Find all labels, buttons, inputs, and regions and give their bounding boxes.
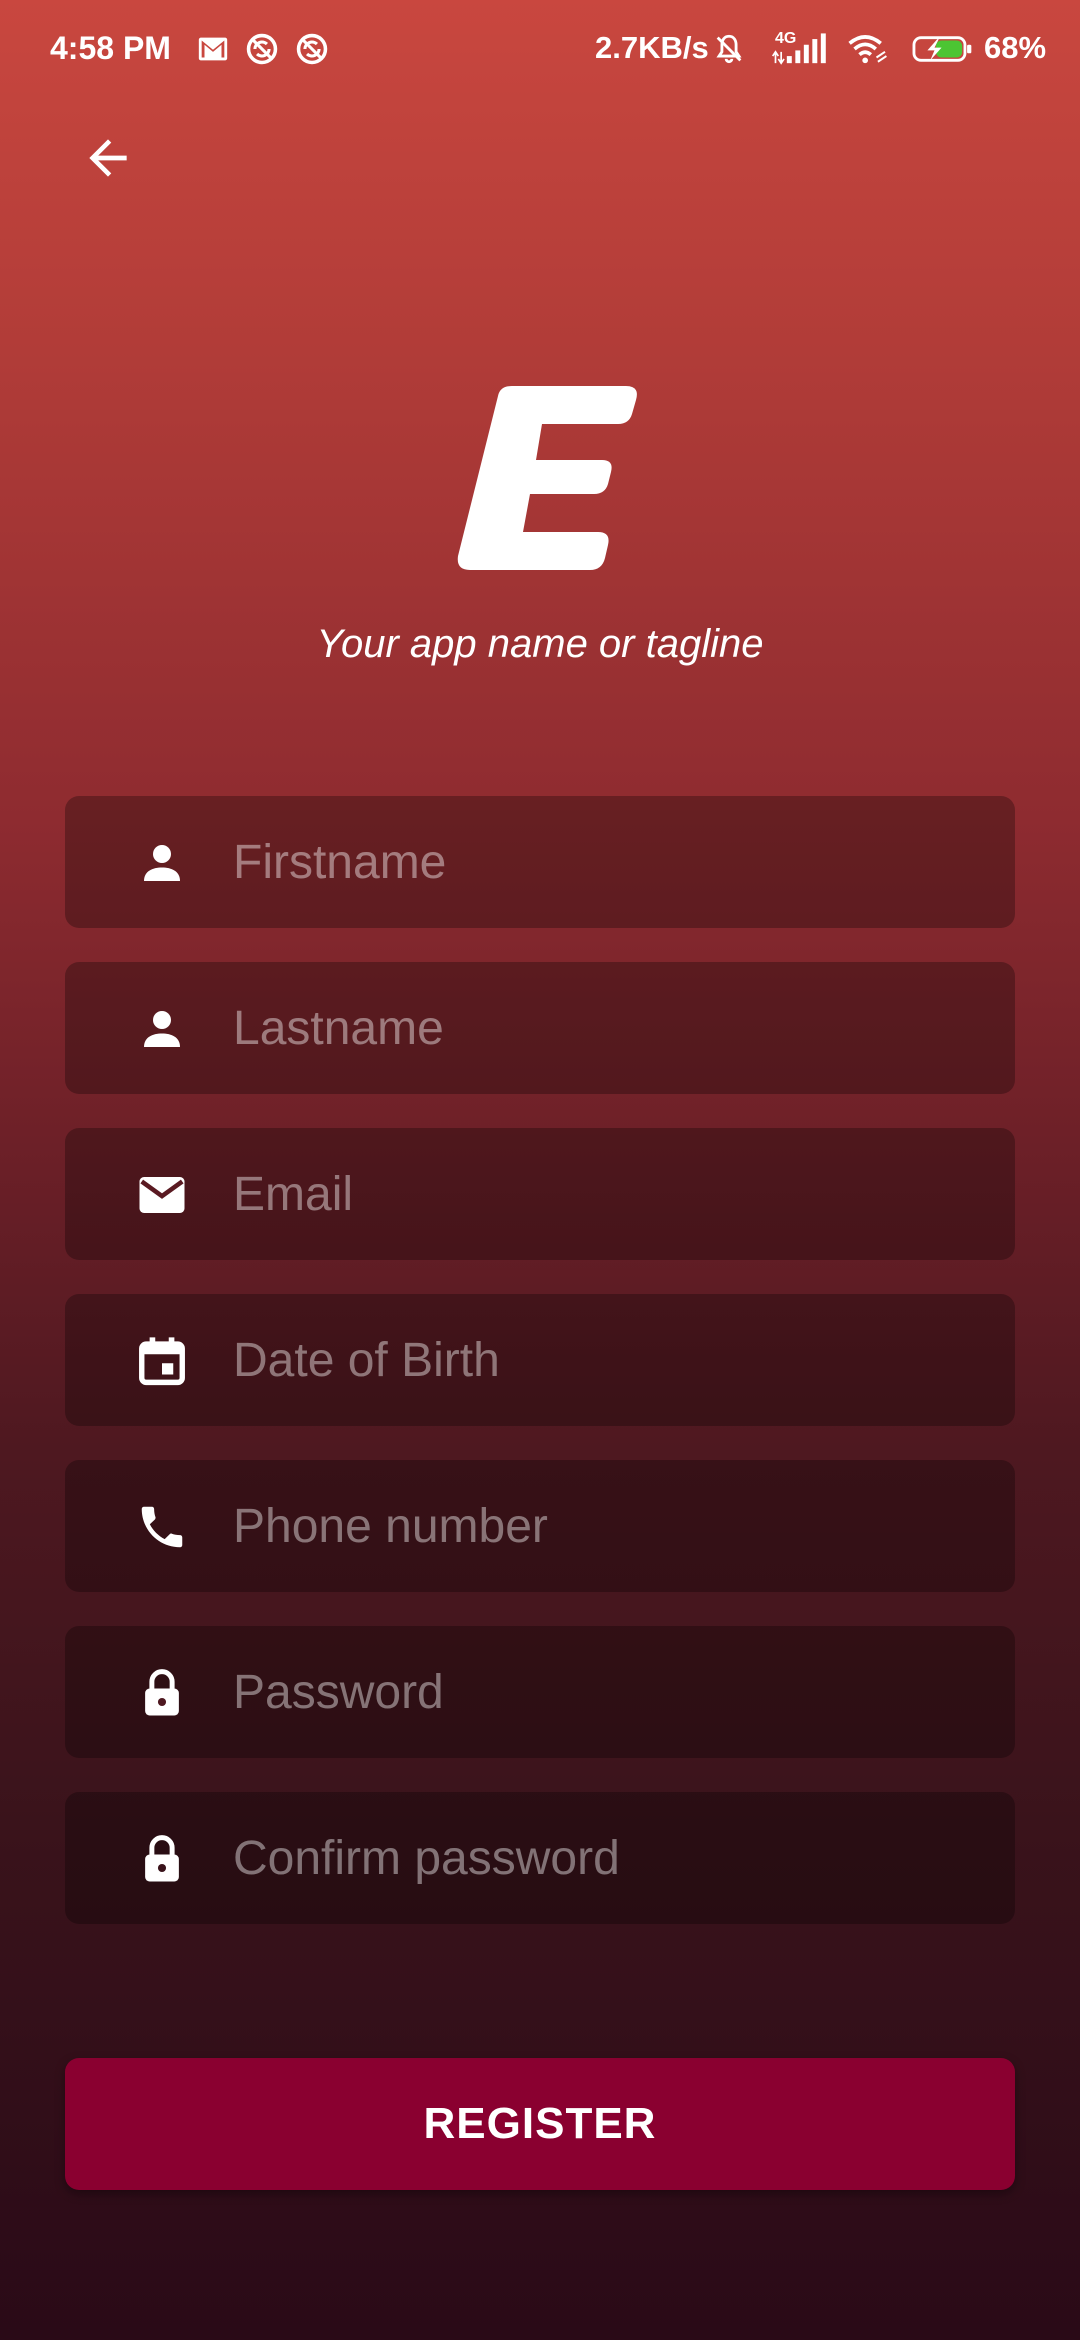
password-input[interactable] [233, 1626, 993, 1758]
wifi-icon [848, 35, 887, 64]
back-button[interactable] [70, 120, 146, 196]
password-field[interactable] [65, 1626, 1015, 1758]
mute-icon [716, 34, 742, 64]
lastname-field[interactable] [65, 962, 1015, 1094]
phone-icon [141, 1506, 183, 1548]
sync-icon [246, 33, 278, 65]
firstname-field[interactable] [65, 796, 1015, 928]
battery-charging-icon [912, 36, 972, 62]
status-bar: 4:58 PM 2.7KB/s 4G 68% [0, 0, 1080, 100]
lock-icon [145, 1835, 179, 1882]
app-logo [457, 386, 637, 570]
phone-field[interactable] [65, 1460, 1015, 1592]
confirm-password-field[interactable] [65, 1792, 1015, 1924]
person-icon [144, 845, 180, 881]
calendar-icon [139, 1337, 185, 1386]
arrow-left-icon [89, 139, 127, 177]
status-time: 4:58 PM [50, 30, 171, 66]
register-button[interactable]: REGISTER [65, 2058, 1015, 2190]
email-input[interactable] [233, 1128, 993, 1260]
email-field[interactable] [65, 1128, 1015, 1260]
phone-input[interactable] [233, 1460, 993, 1592]
gmail-icon [198, 37, 228, 61]
person-icon [144, 1011, 180, 1047]
lastname-input[interactable] [233, 962, 993, 1094]
app-tagline: Your app name or tagline [316, 622, 764, 666]
signal-icon [771, 33, 826, 65]
mail-icon [139, 1177, 185, 1213]
date-of-birth-input[interactable] [233, 1294, 993, 1426]
firstname-input[interactable] [233, 796, 993, 928]
lock-icon [145, 1669, 179, 1716]
net-speed: 2.7KB/s [595, 30, 709, 65]
date-of-birth-field[interactable] [65, 1294, 1015, 1426]
confirm-password-input[interactable] [233, 1792, 993, 1924]
sync-icon [296, 33, 328, 65]
battery-level: 68% [984, 30, 1047, 65]
